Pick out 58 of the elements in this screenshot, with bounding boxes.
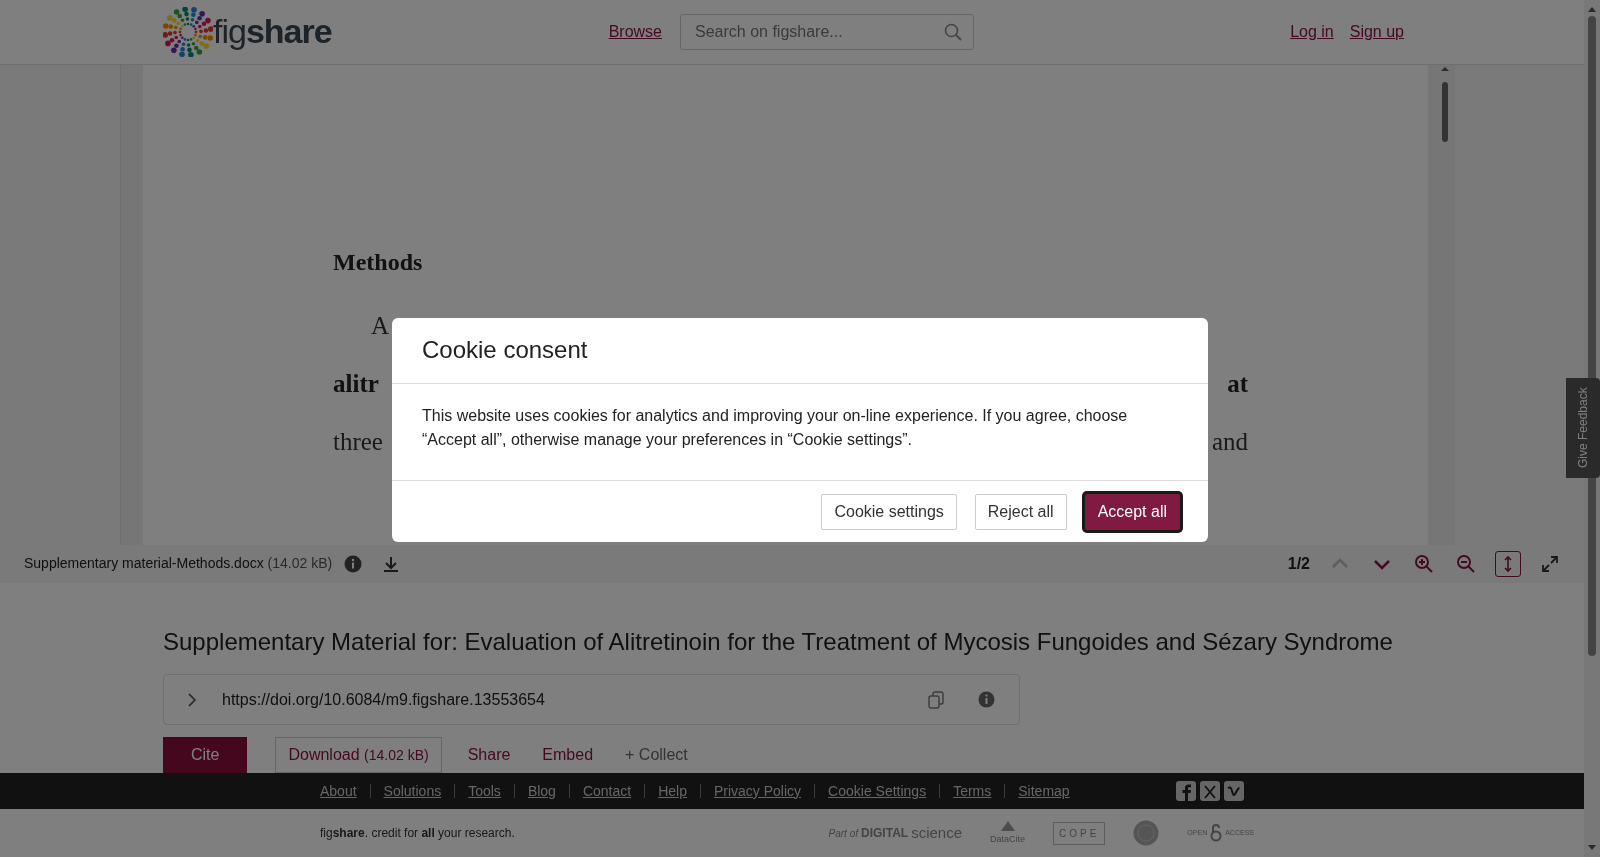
search-field[interactable]: Search on figshare...: [680, 13, 974, 50]
footer-link[interactable]: Tools: [468, 780, 501, 802]
info-icon: [978, 691, 995, 709]
page-indicator: 1/2: [1287, 553, 1310, 574]
footer-link[interactable]: Solutions: [383, 780, 442, 802]
vimeo-link[interactable]: [1224, 781, 1244, 802]
x-logo-link[interactable]: [1200, 781, 1220, 802]
footer-link[interactable]: Blog: [527, 780, 556, 802]
document-text: A: [371, 310, 390, 341]
doi-link[interactable]: https://doi.org/10.6084/m9.figshare.13553654: [222, 687, 545, 712]
accept-button[interactable]: Accept all: [1084, 493, 1180, 530]
item-title: Supplementary Material for: Evaluation of Alitretinoin for the Treatment of Mycosis Fungoides and Sézary Syndrome: [163, 627, 1394, 657]
footer-link[interactable]: Contact: [582, 780, 632, 802]
embed-button[interactable]: Embed: [536, 742, 600, 769]
copy-button[interactable]: [926, 688, 946, 711]
footer-link[interactable]: Help: [658, 780, 687, 802]
file-name: Supplementary material-Methods.docx (14.02 kB): [24, 554, 333, 574]
document-text: three: [333, 426, 383, 457]
chevron-right-icon: [186, 690, 198, 709]
expand-icon: [1540, 553, 1560, 574]
zoom-out-icon: [1456, 553, 1476, 574]
vimeo-icon: [1224, 781, 1244, 802]
dialog-title: Cookie consent: [392, 318, 1208, 384]
document-text: alitr: [333, 368, 379, 399]
seal-icon: [1133, 820, 1160, 847]
x-logo-icon: [1200, 781, 1220, 802]
document-text: and: [1211, 426, 1248, 457]
share-button[interactable]: Share: [461, 742, 517, 769]
document-text: at: [1227, 368, 1248, 399]
cookie-settings-button[interactable]: Cookie settings: [821, 493, 957, 530]
footer-link[interactable]: Sitemap: [1018, 780, 1070, 802]
partner-logo[interactable]: COPE: [1053, 821, 1106, 845]
facebook-link[interactable]: [1176, 781, 1196, 802]
document-heading: Methods: [333, 247, 424, 277]
search-icon: [944, 22, 962, 41]
figshare-logo[interactable]: figshare: [163, 6, 332, 58]
footer-tagline: figshare. credit for all your research.: [320, 825, 515, 843]
footer-link[interactable]: Privacy Policy: [713, 780, 802, 802]
footer-link[interactable]: Terms: [953, 780, 992, 802]
reject-button[interactable]: Reject all: [974, 493, 1067, 530]
fit-height-button[interactable]: [1496, 551, 1520, 576]
footer-link[interactable]: About: [320, 780, 357, 802]
download-button[interactable]: Download (14.02 kB): [275, 737, 442, 774]
copy-icon: [928, 690, 944, 709]
info-button[interactable]: [976, 689, 997, 711]
info-icon: [344, 554, 363, 573]
collect-button[interactable]: + Collect: [619, 742, 694, 769]
facebook-icon: [1176, 781, 1196, 802]
browse-link[interactable]: Browse: [608, 19, 662, 44]
triangle-icon: [998, 819, 1017, 834]
zoom-in-icon: [1414, 553, 1434, 574]
download-icon: [382, 554, 401, 573]
footer-link[interactable]: Cookie Settings: [828, 780, 927, 802]
dialog-message: This website uses cookies for analytics and improving your on-line experience. If you agree, choose “Accept all”, otherwise manage your preferences in “Cookie settings”.: [392, 384, 1208, 481]
login-link[interactable]: Log in: [1290, 19, 1334, 44]
signup-link[interactable]: Sign up: [1349, 19, 1404, 44]
feedback-tab[interactable]: Give Feedback: [1566, 378, 1600, 478]
cite-button[interactable]: Cite: [163, 737, 248, 774]
